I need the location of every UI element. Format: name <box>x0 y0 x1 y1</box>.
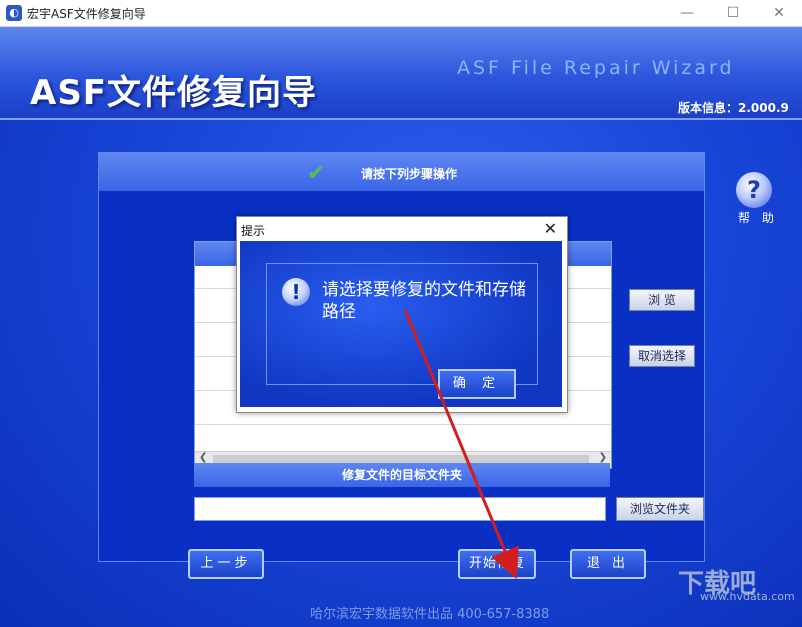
list-divider <box>195 424 611 425</box>
cancel-select-button[interactable]: 取消选择 <box>629 345 695 367</box>
help-label[interactable]: 帮 助 <box>738 209 778 226</box>
browse-folder-button[interactable]: 浏览文件夹 <box>616 497 704 521</box>
app-icon: ◐ <box>6 5 22 21</box>
app-window: ◐ 宏宇ASF文件修复向导 — ☐ ✕ ASF文件修复向导 ASF File R… <box>0 0 802 627</box>
minimize-button[interactable]: — <box>664 0 710 26</box>
panel-title: 请按下列步骤操作 <box>361 167 458 181</box>
dialog-body: ! 请选择要修复的文件和存储路径 确 定 <box>240 241 562 407</box>
exit-button[interactable]: 退 出 <box>570 549 646 579</box>
maximize-button[interactable]: ☐ <box>710 0 756 26</box>
prev-step-button[interactable]: 上一步 <box>188 549 264 579</box>
dialog-close-icon[interactable]: ✕ <box>544 219 557 238</box>
scroll-right-icon[interactable]: ❯ <box>599 452 607 463</box>
footer-credit: 哈尔滨宏宇数据软件出品 400-657-8388 <box>310 607 550 622</box>
browse-button[interactable]: 浏 览 <box>629 289 695 311</box>
title-bar: ◐ 宏宇ASF文件修复向导 — ☐ ✕ <box>0 0 802 27</box>
english-title: ASF File Repair Wizard <box>457 57 735 79</box>
checkmark-icon: ✔ <box>307 161 326 186</box>
version-info: 版本信息：2.000.9 <box>678 101 789 115</box>
window-title: 宏宇ASF文件修复向导 <box>27 7 146 21</box>
scroll-left-icon[interactable]: ❮ <box>199 452 207 463</box>
help-icon[interactable]: ? <box>736 172 772 208</box>
watermark-url: www.hvdata.com <box>700 590 795 603</box>
banner: ASF文件修复向导 ASF File Repair Wizard 版本信息：2.… <box>0 27 802 120</box>
target-folder-label: 修复文件的目标文件夹 <box>194 463 610 487</box>
dialog-title: 提示 <box>241 224 266 238</box>
target-folder-input[interactable] <box>194 497 606 521</box>
start-repair-button[interactable]: 开始修复 <box>458 549 536 579</box>
dialog-message: 请选择要修复的文件和存储路径 <box>322 280 526 322</box>
ok-button[interactable]: 确 定 <box>438 369 516 399</box>
panel-header: ✔ 请按下列步骤操作 <box>99 153 704 191</box>
close-button[interactable]: ✕ <box>756 0 802 26</box>
info-icon: ! <box>282 278 310 306</box>
prompt-dialog: 提示 ✕ ! 请选择要修复的文件和存储路径 确 定 <box>236 216 568 413</box>
logo-title: ASF文件修复向导 <box>30 73 318 113</box>
